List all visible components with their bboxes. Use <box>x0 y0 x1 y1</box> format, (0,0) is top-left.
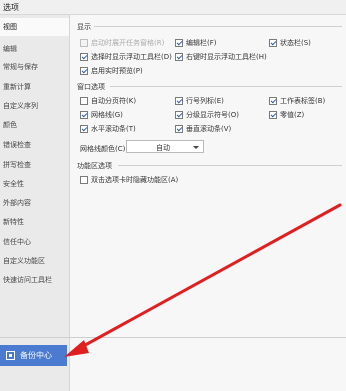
option-sheet-tabs[interactable]: 工作表标签(B) <box>269 96 325 106</box>
checkbox[interactable] <box>175 97 183 105</box>
option-mini-toolbar-on-right-click[interactable]: 右键时显示浮动工具栏(H) <box>175 52 267 62</box>
sidebar-item-new-features[interactable]: 新特性 <box>0 213 69 231</box>
option-row-col-headers[interactable]: 行号列标(E) <box>175 96 224 106</box>
option-hide-ribbon-on-double-click[interactable]: 双击选项卡时隐藏功能区(A) <box>80 175 178 185</box>
sidebar-item-view[interactable]: 视图 <box>0 18 69 36</box>
section-divider <box>118 165 342 166</box>
option-vertical-scrollbar[interactable]: 垂直滚动条(V) <box>175 124 231 134</box>
option-label: 分级显示符号(O) <box>186 111 239 119</box>
option-formula-bar[interactable]: 编辑栏(F) <box>175 38 217 48</box>
sidebar-item-quick-access-toolbar[interactable]: 快速访问工具栏 <box>0 271 69 289</box>
option-zero-values[interactable]: 零值(Z) <box>269 110 304 120</box>
backup-icon <box>6 351 15 360</box>
gridline-color-value: 自动 <box>156 144 170 152</box>
option-label: 编辑栏(F) <box>186 39 217 47</box>
option-label: 启动时展开任务窗格(R) <box>91 39 165 47</box>
checkbox[interactable] <box>80 176 88 184</box>
option-horizontal-scrollbar[interactable]: 水平滚动条(T) <box>80 124 136 134</box>
checkbox[interactable] <box>80 97 88 105</box>
backup-center-button[interactable]: 备份中心 <box>0 345 67 366</box>
sidebar-item-color[interactable]: 颜色 <box>0 116 69 134</box>
option-gridlines[interactable]: 网格线(G) <box>80 110 123 120</box>
checkbox[interactable] <box>80 125 88 133</box>
option-expand-task-pane[interactable]: 启动时展开任务窗格(R) <box>80 38 164 48</box>
option-label: 状态栏(S) <box>280 39 311 47</box>
checkbox[interactable] <box>175 53 183 61</box>
option-label: 垂直滚动条(V) <box>186 125 232 133</box>
section-divider <box>110 86 342 87</box>
option-auto-page-break[interactable]: 自动分页符(K) <box>80 96 136 106</box>
option-label: 零值(Z) <box>280 111 305 119</box>
checkbox[interactable] <box>269 39 277 47</box>
checkbox[interactable] <box>80 67 88 75</box>
option-label: 网格线(G) <box>91 111 123 119</box>
checkbox[interactable] <box>175 111 183 119</box>
footer-divider <box>0 337 346 338</box>
sidebar-item-external-content[interactable]: 外部内容 <box>0 194 69 212</box>
option-label: 右键时显示浮动工具栏(H) <box>186 53 267 61</box>
checkbox[interactable] <box>80 111 88 119</box>
option-label: 水平滚动条(T) <box>91 125 136 133</box>
sidebar-item-edit[interactable]: 编辑 <box>0 40 69 58</box>
chevron-down-icon <box>193 146 199 149</box>
section-divider <box>94 26 342 27</box>
gridline-color-label: 网格线颜色(C): <box>80 145 128 153</box>
option-mini-toolbar-on-select[interactable]: 选择时显示浮动工具栏(D) <box>80 52 172 62</box>
sidebar-item-recalculate[interactable]: 重新计算 <box>0 78 69 96</box>
options-content-panel: 显示 启动时展开任务窗格(R) 编辑栏(F) 状态栏(S) 选择时显示浮动工具栏… <box>70 15 346 391</box>
checkbox[interactable] <box>80 39 88 47</box>
dialog-title-bar: 选项 <box>0 0 346 15</box>
option-outline-symbols[interactable]: 分级显示符号(O) <box>175 110 239 120</box>
option-label: 选择时显示浮动工具栏(D) <box>91 53 172 61</box>
sidebar-item-general-save[interactable]: 常规与保存 <box>0 58 69 76</box>
sidebar-item-trust-center[interactable]: 信任中心 <box>0 233 69 251</box>
checkbox[interactable] <box>80 53 88 61</box>
option-label: 双击选项卡时隐藏功能区(A) <box>91 176 179 184</box>
option-status-bar[interactable]: 状态栏(S) <box>269 38 311 48</box>
sidebar-item-error-check[interactable]: 错误检查 <box>0 136 69 154</box>
option-live-preview[interactable]: 启用实时预览(P) <box>80 66 143 76</box>
gridline-color-select[interactable]: 自动 <box>126 140 204 153</box>
section-title-window-options: 窗口选项 <box>77 83 105 91</box>
sidebar-item-customize-ribbon[interactable]: 自定义功能区 <box>0 252 69 270</box>
checkbox[interactable] <box>269 111 277 119</box>
backup-center-label: 备份中心 <box>20 351 52 360</box>
options-sidebar: 视图 编辑 常规与保存 重新计算 自定义序列 颜色 错误检查 拼写检查 安全性 … <box>0 15 70 391</box>
checkbox[interactable] <box>175 39 183 47</box>
checkbox[interactable] <box>269 97 277 105</box>
section-title-ribbon-options: 功能区选项 <box>77 162 112 170</box>
section-title-display: 显示 <box>77 23 91 31</box>
dialog-title: 选项 <box>3 3 19 12</box>
option-label: 工作表标签(B) <box>280 97 326 105</box>
option-label: 行号列标(E) <box>186 97 224 105</box>
sidebar-item-spell-check[interactable]: 拼写检查 <box>0 156 69 174</box>
checkbox[interactable] <box>175 125 183 133</box>
sidebar-item-security[interactable]: 安全性 <box>0 175 69 193</box>
option-label: 自动分页符(K) <box>91 97 137 105</box>
sidebar-item-custom-lists[interactable]: 自定义序列 <box>0 97 69 115</box>
option-label: 启用实时预览(P) <box>91 67 143 75</box>
